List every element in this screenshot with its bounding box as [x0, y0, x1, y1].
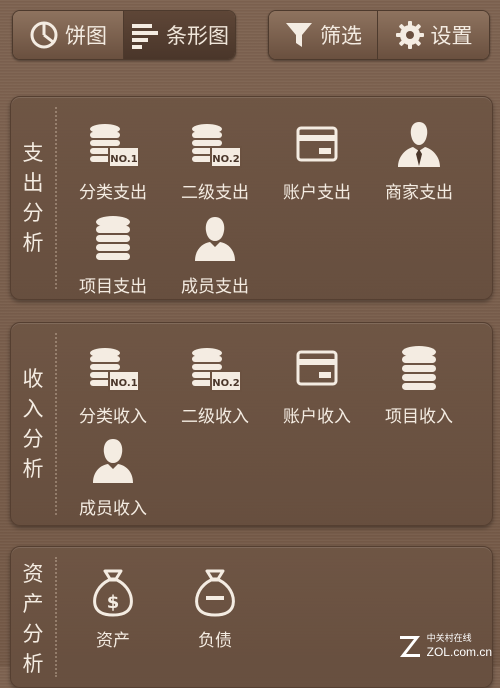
income-analysis-title: 收 入 分 析: [22, 367, 44, 481]
expense-by-member-button[interactable]: 成员支出: [165, 209, 265, 309]
income-analysis-panel: 收 入 分 析 NO.1 分类收入 NO.2 二级收入 账户收入 项目收入 成员…: [10, 322, 493, 526]
expense-by-subcategory-button[interactable]: NO.2 二级支出: [165, 115, 265, 215]
expense-by-category-button[interactable]: NO.1 分类支出: [63, 115, 163, 215]
coins-no1-icon: NO.1: [85, 115, 141, 171]
chart-type-toggle: 饼图 条形图: [12, 10, 236, 60]
income-by-category-button[interactable]: NO.1 分类收入: [63, 339, 163, 439]
filter-button[interactable]: 筛选: [269, 11, 377, 59]
toolbar-actions: 筛选 设置: [268, 10, 490, 60]
svg-text:NO.1: NO.1: [110, 378, 137, 389]
bar-chart-button[interactable]: 条形图: [123, 11, 235, 59]
watermark-en: ZOL.com.cn: [426, 644, 492, 659]
merchant-icon: [391, 115, 447, 171]
zol-watermark: 中关村在线 ZOL.com.cn: [397, 633, 492, 659]
income-by-account-button[interactable]: 账户收入: [267, 339, 367, 439]
liabilities-button[interactable]: 负债: [165, 563, 265, 663]
coins-no2-icon: NO.2: [187, 339, 243, 395]
pie-chart-icon: [30, 21, 58, 49]
money-bag-minus-icon: [187, 563, 243, 619]
assets-analysis-title: 资 产 分 析: [22, 562, 44, 676]
svg-text:NO.2: NO.2: [212, 378, 239, 389]
toolbar: 饼图 条形图 筛选 设置: [0, 0, 500, 72]
svg-text:NO.1: NO.1: [110, 154, 137, 165]
card-icon: [289, 115, 345, 171]
income-by-subcategory-button[interactable]: NO.2 二级收入: [165, 339, 265, 439]
panel-divider: [55, 333, 57, 515]
svg-text:NO.2: NO.2: [212, 154, 239, 165]
panel-divider: [55, 107, 57, 289]
card-icon: [289, 339, 345, 395]
expense-analysis-title: 支 出 分 析: [22, 141, 44, 255]
watermark-cn: 中关村在线: [426, 633, 472, 644]
member-icon: [187, 209, 243, 265]
gear-icon: [395, 21, 424, 49]
expense-analysis-panel: 支 出 分 析 NO.1 分类支出 NO.2 二级支出 账户支出 商家支出 项目…: [10, 96, 493, 300]
expense-by-project-button[interactable]: 项目支出: [63, 209, 163, 309]
expense-by-account-button[interactable]: 账户支出: [267, 115, 367, 215]
bar-chart-label: 条形图: [166, 24, 229, 48]
income-by-project-button[interactable]: 项目收入: [369, 339, 469, 439]
settings-label: 设置: [430, 24, 473, 48]
pie-chart-button[interactable]: 饼图: [13, 11, 123, 59]
income-by-member-button[interactable]: 成员收入: [63, 431, 163, 531]
filter-label: 筛选: [320, 24, 362, 48]
svg-text:$: $: [107, 592, 120, 613]
money-bag-dollar-icon: $: [85, 563, 141, 619]
member-icon: [85, 431, 141, 487]
bar-chart-icon: [132, 24, 158, 49]
coin-stack-icon: [391, 339, 447, 395]
zol-logo-icon: [399, 636, 420, 657]
filter-icon: [286, 23, 312, 47]
coins-no2-icon: NO.2: [187, 115, 243, 171]
pie-chart-label: 饼图: [65, 24, 107, 48]
expense-by-merchant-button[interactable]: 商家支出: [369, 115, 469, 215]
coin-stack-icon: [85, 209, 141, 265]
settings-button[interactable]: 设置: [377, 11, 489, 59]
panel-divider: [55, 557, 57, 677]
assets-button[interactable]: $ 资产: [63, 563, 163, 663]
coins-no1-icon: NO.1: [85, 339, 141, 395]
